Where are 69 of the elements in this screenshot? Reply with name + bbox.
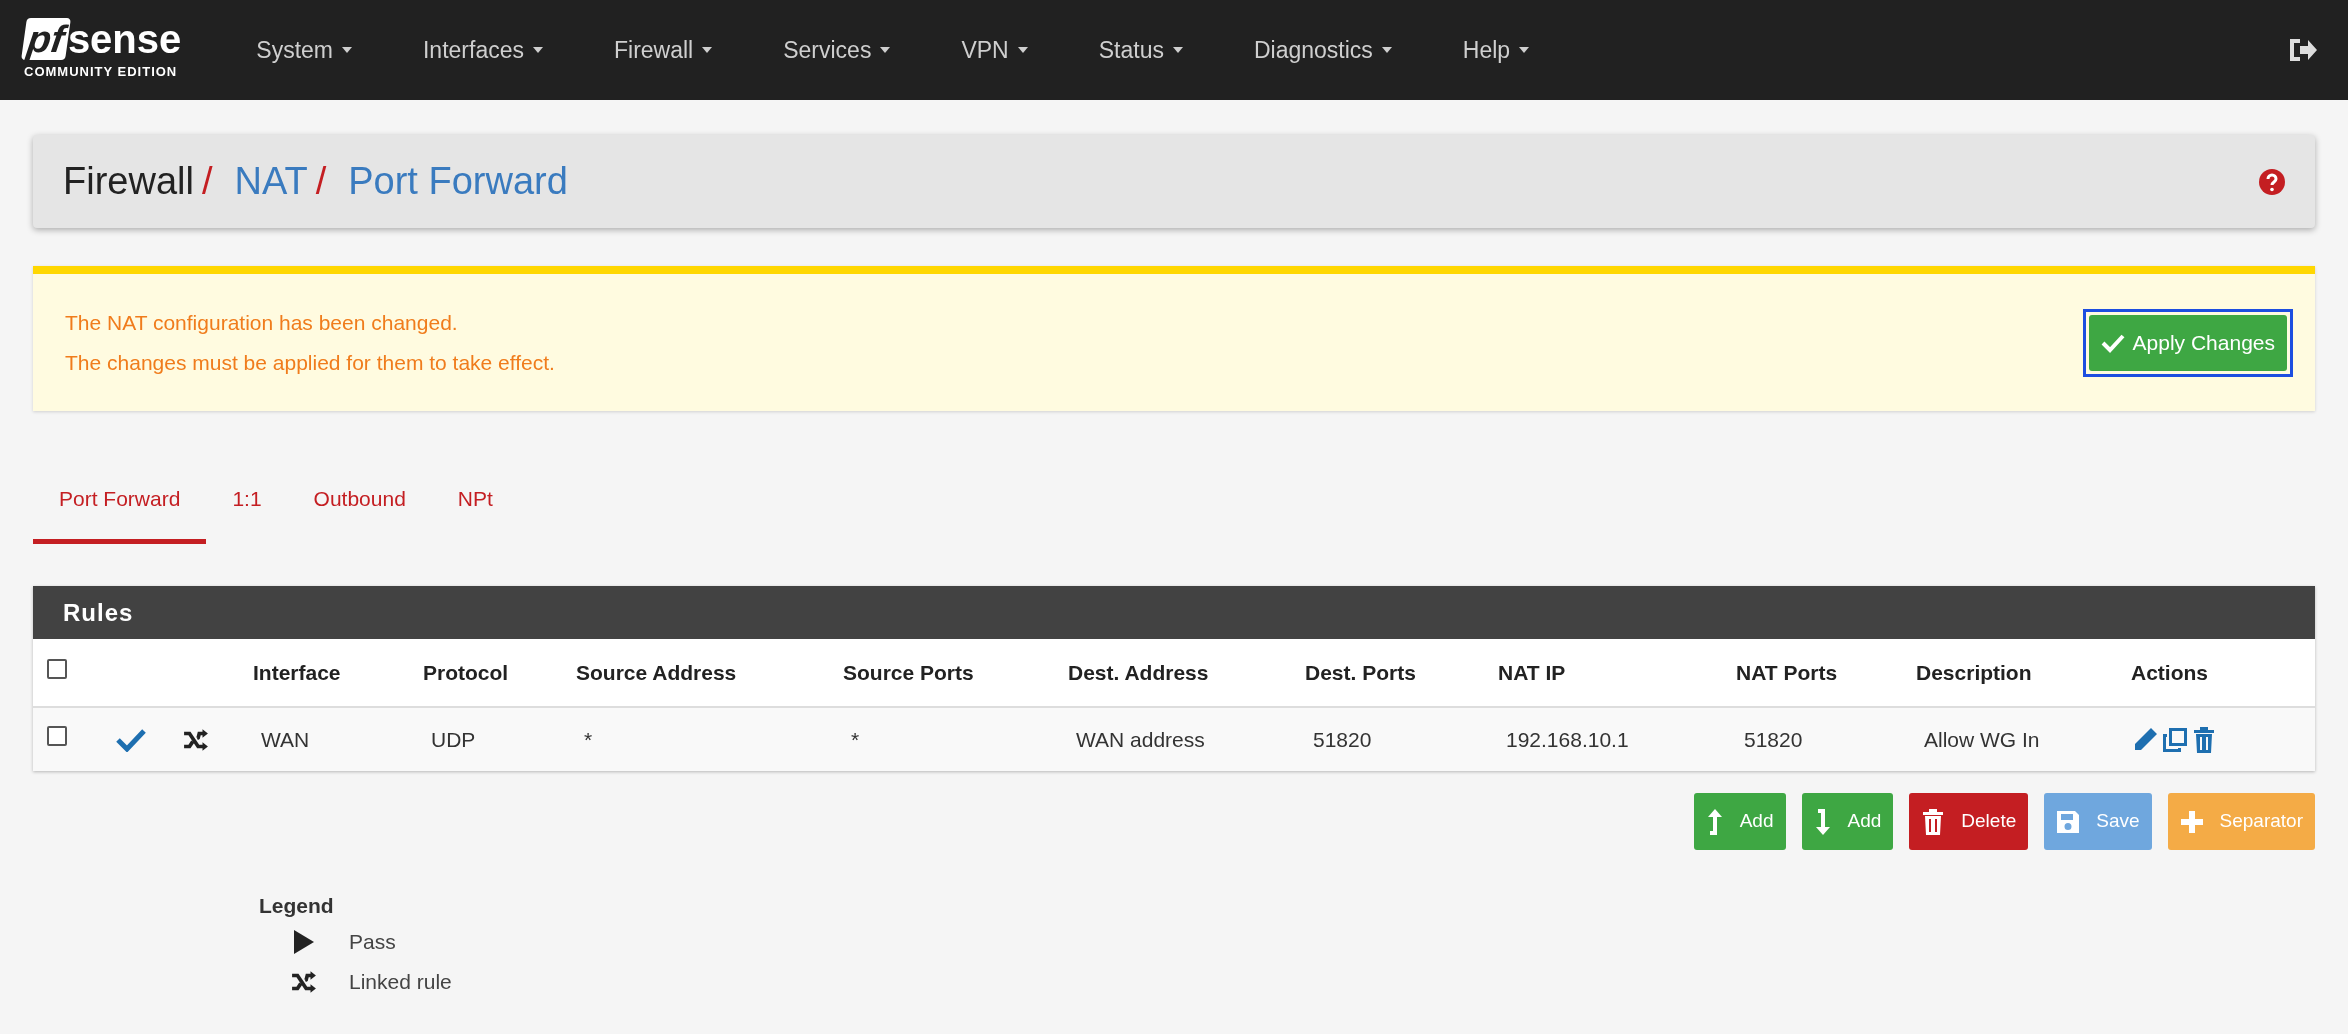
caret-icon [879, 46, 892, 54]
check-icon [116, 727, 146, 752]
column-header: Actions [2131, 660, 2208, 684]
breadcrumb-link[interactable]: Port Forward [348, 153, 568, 210]
action-button[interactable]: Add [1693, 793, 1786, 850]
caret-icon [1380, 46, 1393, 54]
menu-item[interactable]: VPN [934, 32, 1056, 68]
column-header: Dest. Ports [1305, 660, 1416, 684]
alert-message: The NAT configuration has been changed. [65, 310, 459, 336]
column-header: Source Address [576, 660, 737, 684]
tab[interactable]: NPt [431, 459, 519, 544]
breadcrumb-text: Firewall [63, 159, 194, 204]
menu-item[interactable]: Firewall [587, 32, 741, 68]
checkbox[interactable] [47, 726, 67, 746]
trash-icon[interactable] [2191, 725, 2217, 754]
apply-changes-button[interactable]: Apply Changes [2088, 314, 2287, 371]
breadcrumb-link[interactable]: NAT [234, 153, 308, 210]
column-header: NAT IP [1498, 660, 1566, 684]
menu-item[interactable]: Status [1071, 32, 1211, 68]
table-cell: Allow WG In [1924, 727, 2040, 751]
table-cell: 51820 [1744, 727, 1803, 751]
table-cell: 192.168.10.1 [1506, 727, 1629, 751]
legend-label: Pass [349, 928, 396, 955]
check-icon [2100, 332, 2125, 353]
logo-subtitle: COMMUNITY EDITION [24, 63, 178, 82]
column-header: NAT Ports [1736, 660, 1838, 684]
column-header: Protocol [423, 660, 509, 684]
tab[interactable]: Outbound [287, 459, 432, 544]
menu-item[interactable]: System [229, 32, 380, 68]
column-header: Dest. Address [1068, 660, 1209, 684]
breadcrumb-separator: / [201, 159, 213, 204]
menu-item[interactable]: Interfaces [396, 32, 571, 68]
alert-message: The changes must be applied for them to take effect. [65, 349, 555, 376]
action-button[interactable]: Delete [1909, 793, 2029, 850]
tab[interactable]: Port Forward [33, 459, 207, 544]
table-cell: WAN [261, 727, 310, 751]
column-header: Description [1916, 660, 2032, 684]
logout-icon[interactable] [2288, 37, 2318, 63]
legend-label: Linked rule [349, 968, 452, 995]
table-cell: 51820 [1313, 727, 1372, 751]
table-cell: * [851, 727, 860, 751]
caret-icon [1016, 46, 1029, 54]
arrow-down-icon [1813, 806, 1832, 837]
menu-item[interactable]: Diagnostics [1226, 32, 1420, 68]
caret-icon [1518, 46, 1531, 54]
plus-icon [2179, 809, 2204, 834]
menu-item[interactable]: Services [756, 32, 919, 68]
help-icon[interactable] [2259, 168, 2285, 195]
caret-icon [532, 46, 544, 54]
panel-title: Rules [63, 597, 134, 628]
caret-icon [341, 46, 353, 54]
tab[interactable]: 1:1 [206, 459, 288, 544]
caret-icon [701, 46, 714, 54]
play-icon [293, 928, 315, 955]
trash-icon [1921, 807, 1946, 836]
table-cell: * [584, 727, 593, 751]
copy-icon[interactable] [2161, 725, 2189, 754]
breadcrumb-separator: / [315, 159, 327, 204]
column-header: Interface [253, 660, 341, 684]
table-cell: UDP [431, 727, 476, 751]
menu-item[interactable]: Help [1435, 32, 1558, 68]
caret-icon [1171, 46, 1184, 54]
shuffle-icon [183, 728, 209, 751]
checkbox[interactable] [47, 659, 67, 679]
action-button[interactable]: Add [1801, 793, 1894, 850]
table-cell: WAN address [1076, 727, 1205, 751]
legend-title: Legend [259, 893, 335, 919]
shuffle-icon [291, 970, 317, 993]
column-header: Source Ports [843, 660, 974, 684]
